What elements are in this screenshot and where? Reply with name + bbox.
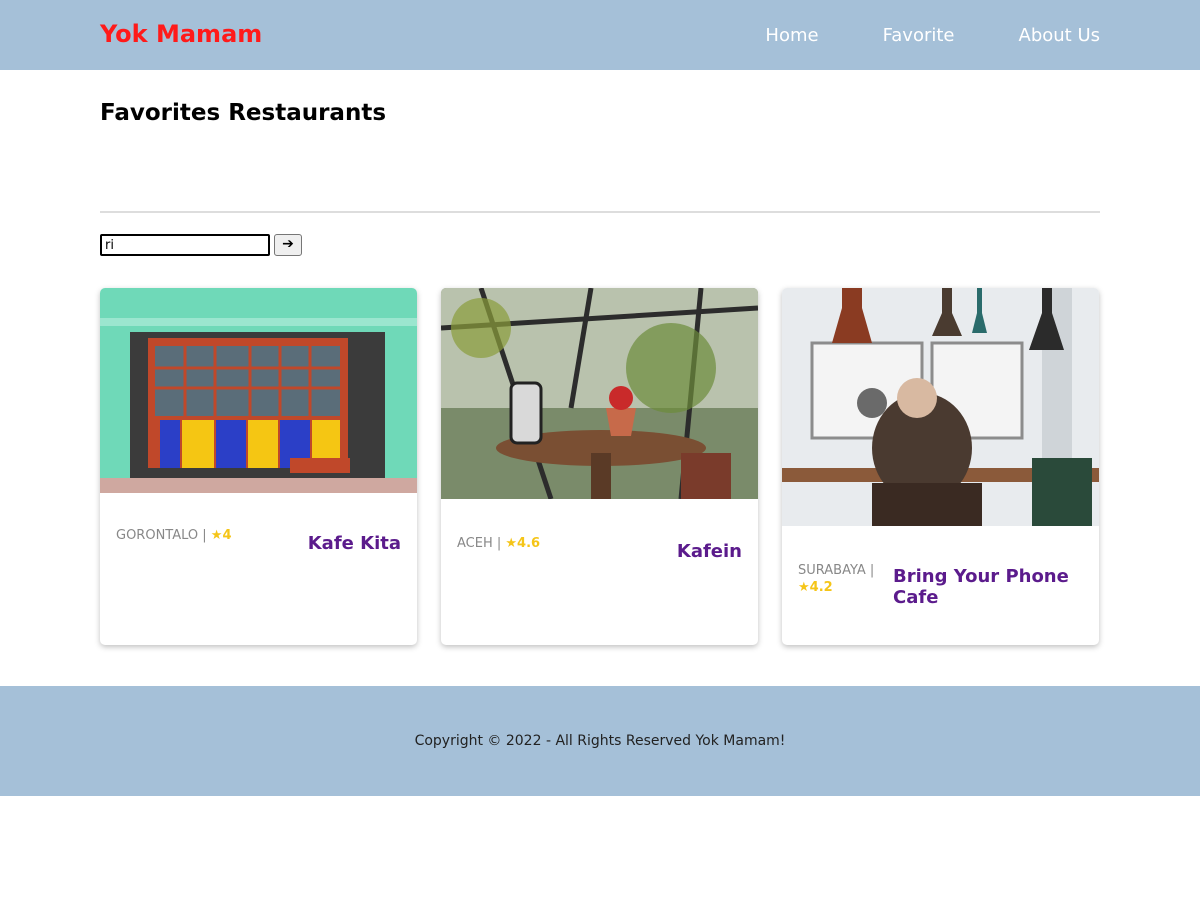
restaurant-rating: 4.2 (809, 580, 833, 595)
restaurant-city: SURABAYA (798, 563, 866, 578)
restaurant-image (782, 288, 1099, 526)
restaurant-name[interactable]: Kafe Kita (308, 533, 401, 554)
restaurant-meta: ACEH | ★4.6 (457, 536, 541, 551)
restaurant-card[interactable]: ACEH | ★4.6 Kafein (441, 288, 758, 645)
page-title: Favorites Restaurants (100, 100, 387, 126)
restaurant-card[interactable]: GORONTALO | ★4 Kafe Kita (100, 288, 417, 645)
brand-logo[interactable]: Yok Mamam (100, 20, 262, 48)
restaurant-list: GORONTALO | ★4 Kafe Kita ACEH | ★4.6 Kaf… (100, 288, 1100, 645)
star-icon: ★ (210, 528, 223, 543)
restaurant-rating: 4.6 (517, 536, 541, 551)
restaurant-card[interactable]: SURABAYA | ★4.2 Bring Your Phone Cafe (782, 288, 1099, 645)
search-button[interactable]: ➔ (274, 234, 302, 256)
app-header: Yok Mamam Home Favorite About Us (0, 0, 1200, 70)
card-body: ACEH | ★4.6 Kafein (441, 535, 758, 562)
restaurant-city: GORONTALO (116, 528, 199, 543)
restaurant-meta: GORONTALO | ★4 (116, 528, 232, 543)
card-body: GORONTALO | ★4 Kafe Kita (100, 527, 417, 554)
restaurant-name[interactable]: Bring Your Phone Cafe (893, 566, 1083, 608)
main-content: Favorites Restaurants ➔ (100, 70, 1100, 685)
copyright-text: Copyright © 2022 - All Rights Reserved Y… (414, 733, 786, 749)
restaurant-city: ACEH (457, 536, 493, 551)
title-divider (100, 211, 1100, 213)
restaurant-name[interactable]: Kafein (677, 541, 742, 562)
restaurant-meta: SURABAYA | ★4.2 (798, 563, 875, 595)
star-icon: ★ (798, 580, 810, 595)
search-input[interactable] (100, 234, 270, 256)
card-body: SURABAYA | ★4.2 Bring Your Phone Cafe (782, 562, 1099, 608)
nav-home[interactable]: Home (765, 25, 818, 46)
restaurant-rating: 4 (222, 528, 232, 543)
restaurant-image (100, 288, 417, 493)
search-bar: ➔ (100, 234, 302, 256)
nav-favorite[interactable]: Favorite (883, 25, 955, 46)
restaurant-image (441, 288, 758, 499)
page-footer: Copyright © 2022 - All Rights Reserved Y… (0, 686, 1200, 796)
nav-about-us[interactable]: About Us (1019, 25, 1101, 46)
star-icon: ★ (505, 536, 518, 551)
main-nav: Home Favorite About Us (701, 0, 1100, 70)
